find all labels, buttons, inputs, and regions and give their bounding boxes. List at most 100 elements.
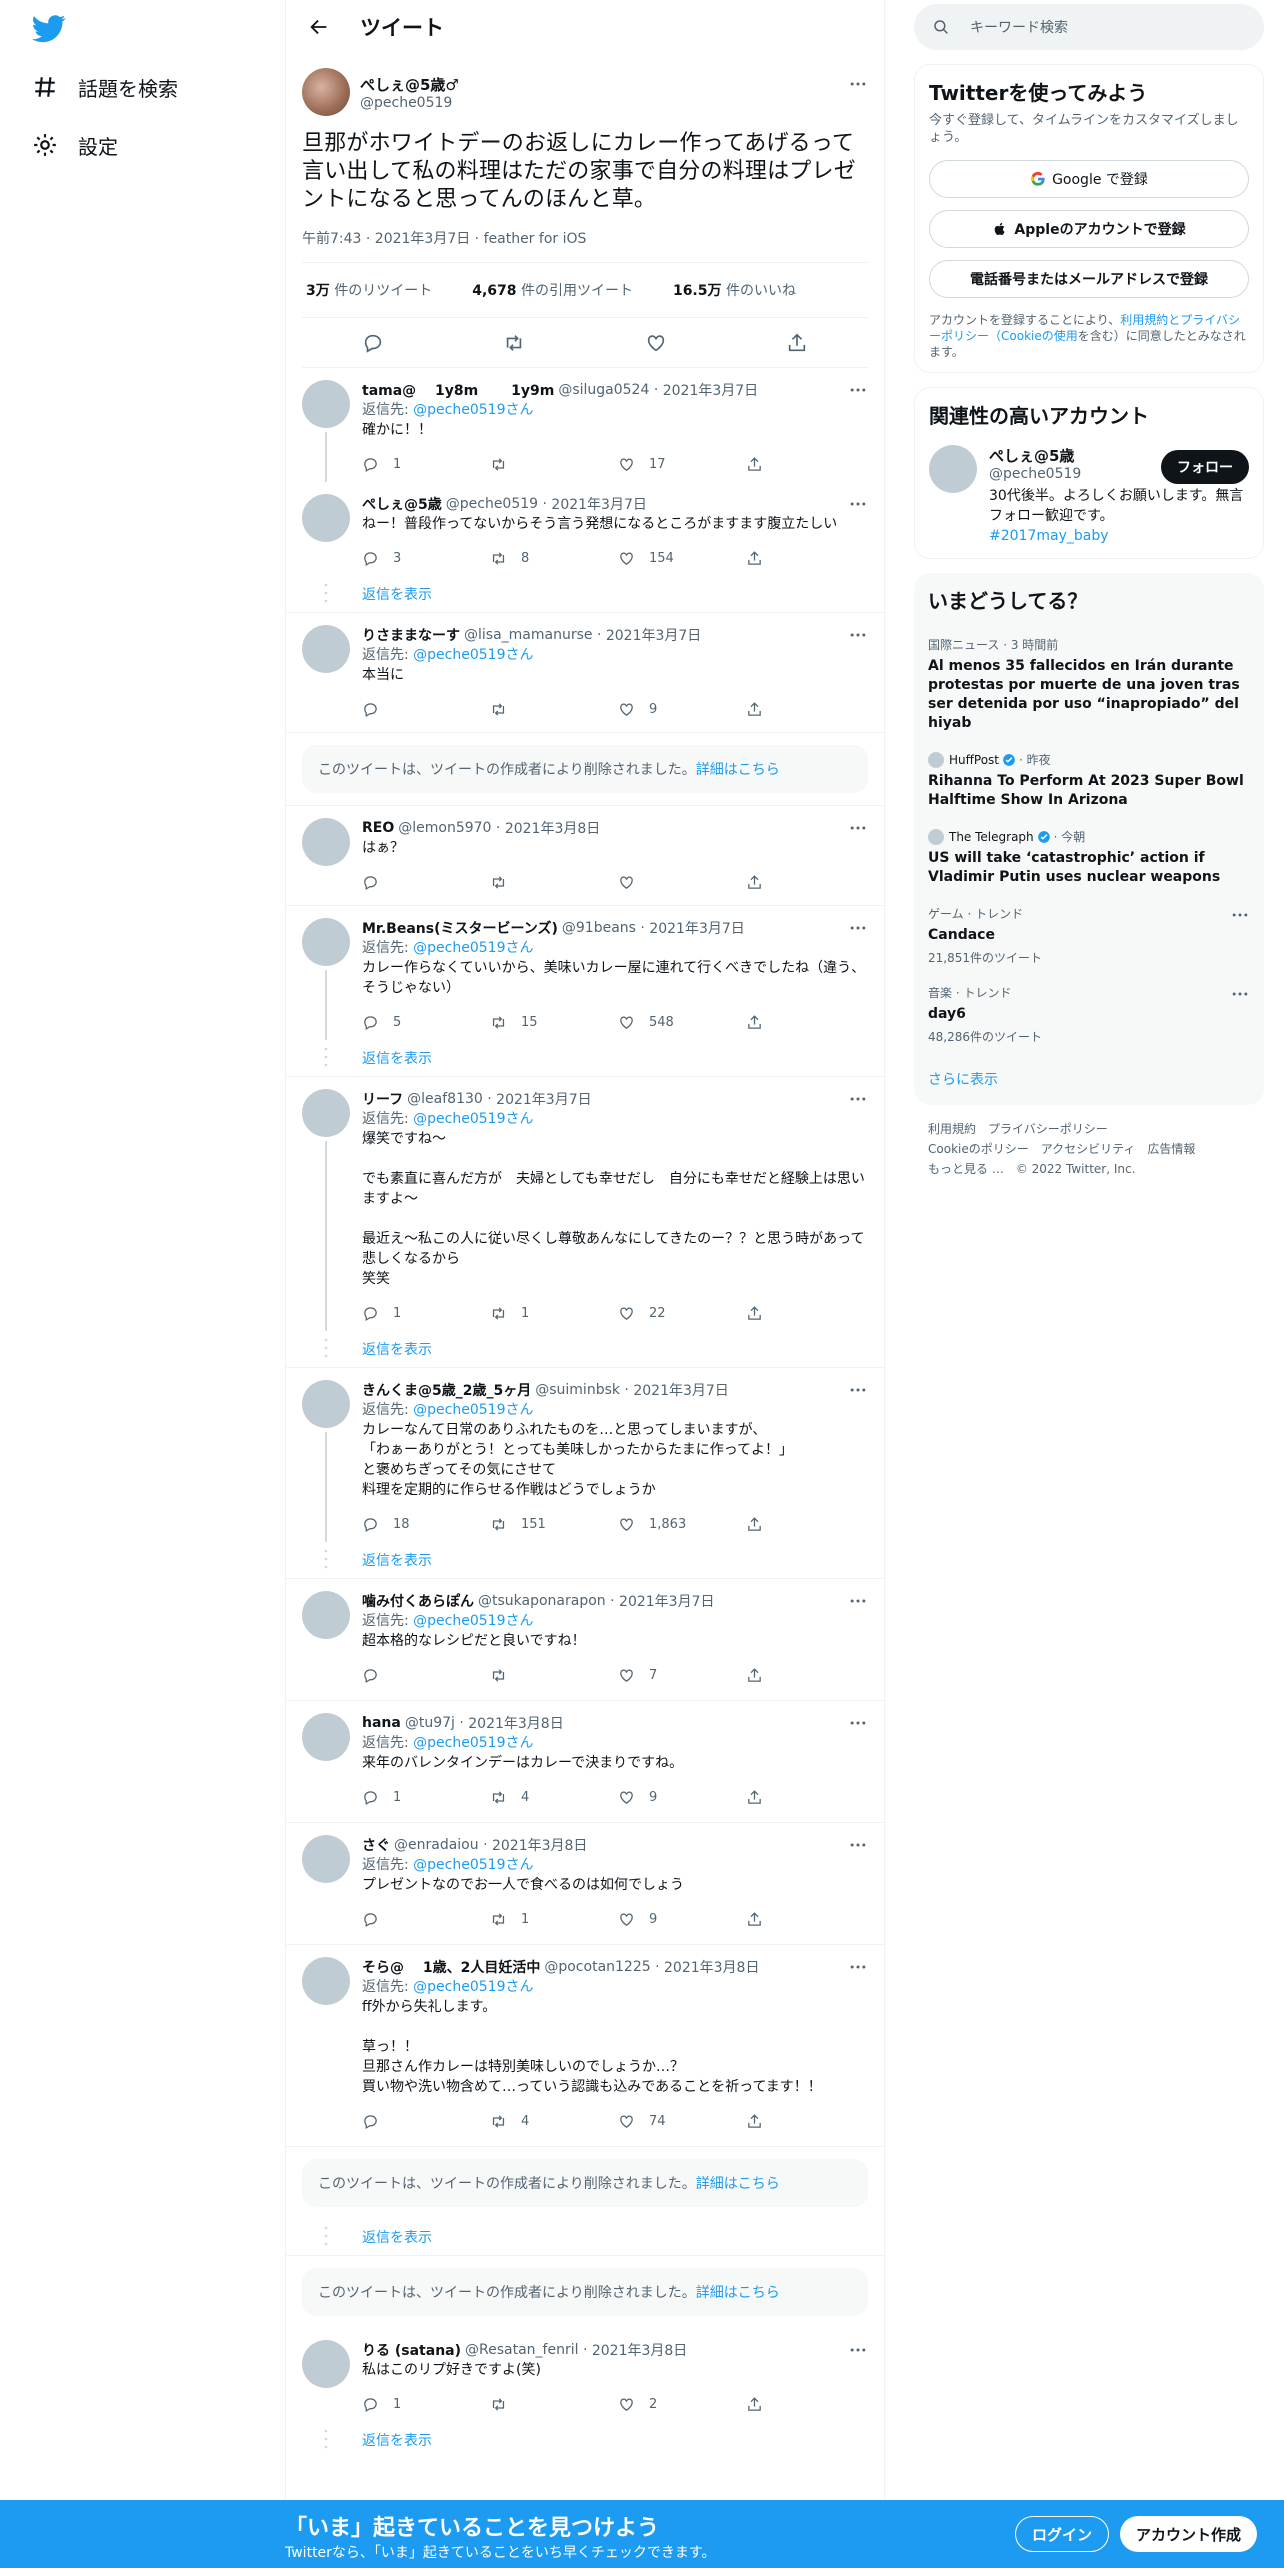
- reply-handle[interactable]: @tsukaponarapon: [478, 1593, 606, 1609]
- login-button[interactable]: ログイン: [1015, 2516, 1110, 2552]
- like-button[interactable]: 9: [618, 701, 746, 718]
- retweet-button[interactable]: [490, 2396, 618, 2413]
- more-options-icon[interactable]: [1230, 984, 1250, 1004]
- quote-count[interactable]: 4,678 件の引用ツイート: [472, 280, 653, 300]
- retweet-button[interactable]: 15: [490, 1014, 618, 1031]
- reply-button[interactable]: 1: [362, 1789, 490, 1806]
- reply-author-name[interactable]: ぺしぇ@5歳: [362, 494, 442, 514]
- reply-date[interactable]: 2021年3月7日: [551, 494, 646, 514]
- more-options-icon[interactable]: [848, 1835, 868, 1855]
- reply-tweet[interactable]: りる (satana) @Resatan_fenril · 2021年3月8日 私は…: [286, 2328, 884, 2422]
- share-button[interactable]: [746, 1789, 874, 1806]
- trend-item[interactable]: ゲーム · トレンド Candace 21,851件のツイート: [928, 905, 1250, 966]
- back-arrow-icon[interactable]: [308, 16, 330, 38]
- reply-author-name[interactable]: hana: [362, 1715, 401, 1731]
- share-button[interactable]: [746, 1305, 874, 1322]
- reply-date[interactable]: 2021年3月7日: [649, 918, 744, 938]
- reply-button[interactable]: 1: [362, 1305, 490, 1322]
- reply-tweet[interactable]: tama@ 1y8m 1y9m @siluga0524 · 2021年3月7日 返信…: [286, 368, 884, 482]
- retweet-count[interactable]: 3万 件のリツイート: [306, 280, 452, 300]
- reply-handle[interactable]: @enradaiou: [394, 1837, 479, 1853]
- retweet-button[interactable]: [490, 701, 618, 718]
- reply-button[interactable]: 5: [362, 1014, 490, 1031]
- reply-author-name[interactable]: そら@ 1歳、2人目妊活中: [362, 1957, 540, 1977]
- like-count[interactable]: 16.5万 件のいいね: [673, 280, 816, 300]
- retweet-button[interactable]: [490, 874, 618, 891]
- avatar[interactable]: [302, 1089, 350, 1137]
- trend-item[interactable]: 音楽 · トレンド day6 48,286件のツイート: [928, 984, 1250, 1045]
- hashtag-link[interactable]: #2017may_baby: [989, 528, 1109, 544]
- like-button[interactable]: [618, 874, 746, 891]
- avatar[interactable]: [302, 625, 350, 673]
- footer-more[interactable]: もっと見る …: [928, 1162, 1004, 1176]
- more-options-icon[interactable]: [848, 1957, 868, 1977]
- share-button[interactable]: [746, 1014, 874, 1031]
- like-button[interactable]: 2: [618, 2396, 746, 2413]
- share-button[interactable]: [746, 1667, 874, 1684]
- retweet-button[interactable]: 1: [490, 1305, 618, 1322]
- reply-handle[interactable]: @lisa_mamanurse: [464, 627, 593, 643]
- handle[interactable]: @peche0519: [360, 95, 459, 111]
- share-button[interactable]: [746, 2396, 874, 2413]
- reply-date[interactable]: 2021年3月7日: [496, 1089, 591, 1109]
- nav-settings[interactable]: 設定: [32, 125, 118, 165]
- follow-button[interactable]: フォロー: [1161, 450, 1249, 484]
- reply-author-name[interactable]: りさままなーす: [362, 625, 460, 645]
- learn-more-link[interactable]: 詳細はこちら: [696, 2282, 780, 2302]
- avatar[interactable]: [302, 1380, 350, 1428]
- reply-tweet[interactable]: hana @tu97j · 2021年3月8日 返信先: @peche0519さん来…: [286, 1701, 884, 1815]
- apple-signup-button[interactable]: Appleのアカウントで登録: [929, 210, 1249, 248]
- reply-author-name[interactable]: さぐ: [362, 1835, 390, 1855]
- reply-handle[interactable]: @lemon5970: [398, 820, 491, 836]
- retweet-button[interactable]: 151: [490, 1516, 618, 1533]
- reply-tweet[interactable]: ぺしぇ@5歳 @peche0519 · 2021年3月7日 ねー！普段作ってないから…: [286, 482, 884, 576]
- avatar[interactable]: [302, 1835, 350, 1883]
- like-icon[interactable]: [645, 332, 667, 354]
- trend-item[interactable]: The Telegraph · 今朝 US will take ‘catastro…: [928, 828, 1250, 887]
- reply-tweet[interactable]: リーフ @leaf8130 · 2021年3月7日 返信先: @peche0519さ…: [286, 1077, 884, 1331]
- reply-date[interactable]: 2021年3月8日: [505, 818, 600, 838]
- display-name[interactable]: ぺしぇ@5歳♂: [360, 74, 459, 95]
- avatar[interactable]: [302, 380, 350, 428]
- avatar[interactable]: [302, 918, 350, 966]
- more-options-icon[interactable]: [848, 1713, 868, 1733]
- footer-ads[interactable]: 広告情報: [1147, 1142, 1195, 1156]
- trend-item[interactable]: HuffPost · 昨夜 Rihanna To Perform At 2023 …: [928, 751, 1250, 810]
- avatar[interactable]: [302, 818, 350, 866]
- show-replies-link[interactable]: 返信を表示: [286, 1542, 884, 1578]
- create-account-button[interactable]: アカウント作成: [1120, 2516, 1258, 2552]
- reply-button[interactable]: 3: [362, 550, 490, 567]
- reply-handle[interactable]: @peche0519: [446, 496, 538, 512]
- show-replies-link[interactable]: 返信を表示: [286, 576, 884, 612]
- reply-date[interactable]: 2021年3月7日: [663, 380, 758, 400]
- reply-button[interactable]: [362, 1667, 490, 1684]
- replying-to-handle[interactable]: @peche0519: [413, 1857, 505, 1873]
- reply-author-name[interactable]: きんくま@5歳_2歳_5ヶ月: [362, 1380, 531, 1400]
- reply-tweet[interactable]: そら@ 1歳、2人目妊活中 @pocotan1225 · 2021年3月8日 返信先…: [286, 1945, 884, 2139]
- reply-date[interactable]: 2021年3月8日: [492, 1835, 587, 1855]
- reply-handle[interactable]: @suiminbsk: [535, 1382, 620, 1398]
- replying-to-handle[interactable]: @peche0519: [413, 402, 505, 418]
- more-options-icon[interactable]: [848, 494, 868, 514]
- retweet-button[interactable]: 4: [490, 1789, 618, 1806]
- retweet-button[interactable]: 1: [490, 1911, 618, 1928]
- reply-handle[interactable]: @Resatan_fenril: [465, 2342, 578, 2358]
- reply-button[interactable]: [362, 701, 490, 718]
- reply-button[interactable]: 1: [362, 456, 490, 473]
- reply-handle[interactable]: @tu97j: [405, 1715, 455, 1731]
- reply-author-name[interactable]: tama@ 1y8m 1y9m: [362, 380, 554, 400]
- show-replies-link[interactable]: 返信を表示: [286, 2422, 884, 2458]
- share-button[interactable]: [746, 2113, 874, 2130]
- more-options-icon[interactable]: [848, 918, 868, 938]
- share-button[interactable]: [746, 1516, 874, 1533]
- search-input[interactable]: キーワード検索: [914, 4, 1264, 50]
- reply-button[interactable]: [362, 874, 490, 891]
- replying-to-handle[interactable]: @peche0519: [413, 940, 505, 956]
- more-options-icon[interactable]: [848, 380, 868, 400]
- avatar[interactable]: [302, 1591, 350, 1639]
- share-button[interactable]: [746, 874, 874, 891]
- reply-author-name[interactable]: 噛み付くあらぽん: [362, 1591, 474, 1611]
- retweet-button[interactable]: 4: [490, 2113, 618, 2130]
- tweet-meta[interactable]: 午前7:43 · 2021年3月7日 · feather for iOS: [302, 228, 868, 248]
- reply-author-name[interactable]: リーフ: [362, 1089, 403, 1109]
